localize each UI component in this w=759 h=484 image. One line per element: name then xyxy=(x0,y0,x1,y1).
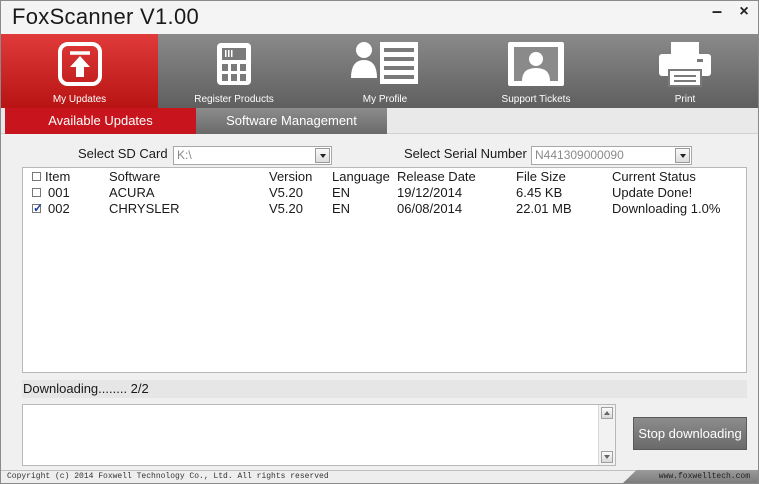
cell-status: Update Done! xyxy=(612,185,693,200)
cell-release-date: 19/12/2014 xyxy=(397,185,463,200)
tab-bar: Available Updates Software Management xyxy=(1,108,758,134)
toolbar-label: Register Products xyxy=(194,94,274,105)
column-header-version[interactable]: Version xyxy=(269,169,312,184)
cell-status: Downloading 1.0% xyxy=(612,201,721,216)
cell-language: EN xyxy=(332,185,351,200)
toolbar-label: My Updates xyxy=(52,94,107,105)
minimize-button[interactable]: – xyxy=(707,1,727,22)
tab-available-updates[interactable]: Available Updates xyxy=(5,108,196,134)
title-bar: FoxScanner V1.00 – × xyxy=(1,1,758,34)
chevron-down-icon[interactable] xyxy=(315,148,330,163)
serial-number-value: N441309000090 xyxy=(535,148,624,162)
sd-card-value: K:\ xyxy=(177,148,192,162)
stop-downloading-button[interactable]: Stop downloading xyxy=(633,417,747,450)
row-checkbox[interactable] xyxy=(32,188,41,197)
tab-software-management[interactable]: Software Management xyxy=(196,108,387,134)
select-all-checkbox[interactable] xyxy=(32,172,41,181)
column-header-release-date[interactable]: Release Date xyxy=(397,169,476,184)
app-window: FoxScanner V1.00 – × My Updates Register… xyxy=(0,0,759,484)
table-row[interactable]: 001 ACURA V5.20 EN 19/12/2014 6.45 KB Up… xyxy=(23,185,746,200)
calculator-icon xyxy=(214,40,254,93)
toolbar-my-profile[interactable]: My Profile xyxy=(310,34,460,108)
cell-software: CHRYSLER xyxy=(109,201,180,216)
column-header-language[interactable]: Language xyxy=(332,169,390,184)
cell-software: ACURA xyxy=(109,185,155,200)
support-person-icon xyxy=(506,40,566,93)
profile-card-icon xyxy=(350,40,420,91)
cell-item: 001 xyxy=(48,185,70,200)
copyright-text: Copyright (c) 2014 Foxwell Technology Co… xyxy=(7,472,329,481)
toolbar-my-updates[interactable]: My Updates xyxy=(1,34,158,108)
printer-icon xyxy=(657,40,713,93)
log-textarea[interactable] xyxy=(22,404,616,466)
cell-version: V5.20 xyxy=(269,201,303,216)
cell-language: EN xyxy=(332,201,351,216)
sd-card-label: Select SD Card xyxy=(78,146,168,161)
toolbar-support-tickets[interactable]: Support Tickets xyxy=(460,34,612,108)
close-button[interactable]: × xyxy=(734,3,754,21)
cell-version: V5.20 xyxy=(269,185,303,200)
updates-table: Item Software Version Language Release D… xyxy=(22,167,747,373)
scroll-down-icon[interactable] xyxy=(601,451,613,463)
serial-number-select[interactable]: N441309000090 xyxy=(531,146,692,165)
column-header-software[interactable]: Software xyxy=(109,169,160,184)
cell-item: 002 xyxy=(48,201,70,216)
column-header-current-status[interactable]: Current Status xyxy=(612,169,696,184)
download-status: Downloading........ 2/2 xyxy=(22,380,747,398)
toolbar-print[interactable]: Print xyxy=(612,34,758,108)
column-header-item[interactable]: Item xyxy=(45,169,70,184)
main-toolbar: My Updates Register Products My Profile … xyxy=(1,34,758,108)
app-title: FoxScanner V1.00 xyxy=(12,4,200,29)
row-checkbox[interactable] xyxy=(32,201,43,215)
cell-release-date: 06/08/2014 xyxy=(397,201,463,216)
log-scrollbar[interactable] xyxy=(598,405,615,465)
sd-card-select[interactable]: K:\ xyxy=(173,146,332,165)
footer-bar: Copyright (c) 2014 Foxwell Technology Co… xyxy=(1,470,758,483)
toolbar-label: Print xyxy=(674,94,696,105)
toolbar-label: Support Tickets xyxy=(501,94,571,105)
toolbar-label: My Profile xyxy=(362,94,408,105)
column-header-file-size[interactable]: File Size xyxy=(516,169,566,184)
website-link[interactable]: www.foxwelltech.com xyxy=(623,470,758,483)
cell-file-size: 22.01 MB xyxy=(516,201,572,216)
scroll-up-icon[interactable] xyxy=(601,407,613,419)
chevron-down-icon[interactable] xyxy=(675,148,690,163)
cell-file-size: 6.45 KB xyxy=(516,185,563,200)
table-row[interactable]: 002 CHRYSLER V5.20 EN 06/08/2014 22.01 M… xyxy=(23,201,746,216)
toolbar-register-products[interactable]: Register Products xyxy=(158,34,310,108)
serial-number-label: Select Serial Number xyxy=(404,146,527,161)
upload-arrow-icon xyxy=(56,40,104,93)
